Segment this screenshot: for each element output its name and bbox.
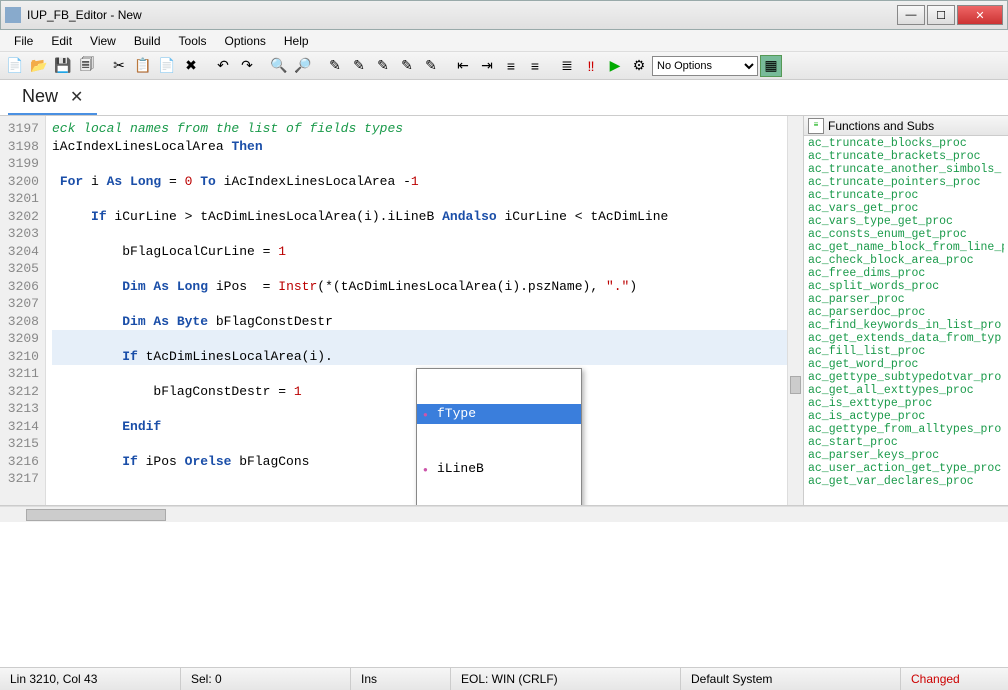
last-toolbar-icon[interactable]: ▦: [760, 55, 782, 77]
function-item[interactable]: ac_parserdoc_proc: [808, 306, 1004, 319]
statusbar: Lin 3210, Col 43 Sel: 0 Ins EOL: WIN (CR…: [0, 668, 1008, 690]
function-item[interactable]: ac_truncate_brackets_proc: [808, 150, 1004, 163]
tool-icon-1[interactable]: ✎: [324, 55, 346, 77]
menu-help[interactable]: Help: [276, 32, 317, 50]
paste-icon[interactable]: 📄: [156, 55, 178, 77]
horizontal-scrollbar[interactable]: [0, 506, 1008, 522]
function-item[interactable]: ac_check_block_area_proc: [808, 254, 1004, 267]
function-item[interactable]: ac_is_actype_proc: [808, 410, 1004, 423]
function-item[interactable]: ac_truncate_another_simbols_: [808, 163, 1004, 176]
window-title: IUP_FB_Editor - New: [27, 8, 897, 22]
new-file-icon[interactable]: 📄: [4, 55, 26, 77]
function-item[interactable]: ac_find_keywords_in_list_pro: [808, 319, 1004, 332]
function-item[interactable]: ac_parser_keys_proc: [808, 449, 1004, 462]
status-selection: Sel: 0: [180, 668, 350, 690]
main-area: 3197319831993200320132023203320432053206…: [0, 116, 1008, 506]
format-icon-2[interactable]: ≡: [524, 55, 546, 77]
function-item[interactable]: ac_get_name_block_from_line_p: [808, 241, 1004, 254]
status-mode: Ins: [350, 668, 450, 690]
function-item[interactable]: ac_consts_enum_get_proc: [808, 228, 1004, 241]
maximize-button[interactable]: ☐: [927, 5, 955, 25]
function-item[interactable]: ac_truncate_blocks_proc: [808, 137, 1004, 150]
function-item[interactable]: ac_is_exttype_proc: [808, 397, 1004, 410]
menu-view[interactable]: View: [82, 32, 124, 50]
tab-label: New: [22, 86, 58, 107]
error-icon[interactable]: ‼: [580, 55, 602, 77]
tool-icon-2[interactable]: ✎: [348, 55, 370, 77]
tab-new[interactable]: New ✕: [8, 80, 97, 115]
function-item[interactable]: ac_get_word_proc: [808, 358, 1004, 371]
minimize-button[interactable]: —: [897, 5, 925, 25]
menu-options[interactable]: Options: [217, 32, 274, 50]
open-file-icon[interactable]: 📂: [28, 55, 50, 77]
autocomplete-item[interactable]: iLineB: [417, 459, 581, 479]
status-changed: Changed: [900, 668, 970, 690]
menubar: File Edit View Build Tools Options Help: [0, 30, 1008, 52]
function-item[interactable]: ac_get_var_declares_proc: [808, 475, 1004, 488]
function-item[interactable]: ac_parser_proc: [808, 293, 1004, 306]
menu-edit[interactable]: Edit: [43, 32, 80, 50]
menu-tools[interactable]: Tools: [171, 32, 215, 50]
autocomplete-popup: fType iLineB iLineBFW iLineE pszName psz…: [416, 368, 582, 505]
indent-left-icon[interactable]: ⇤: [452, 55, 474, 77]
vertical-scrollbar[interactable]: [787, 116, 803, 505]
app-icon: [5, 7, 21, 23]
tool-icon-4[interactable]: ✎: [396, 55, 418, 77]
function-item[interactable]: ac_split_words_proc: [808, 280, 1004, 293]
copy-icon[interactable]: 📋: [132, 55, 154, 77]
line-gutter: 3197319831993200320132023203320432053206…: [0, 116, 46, 505]
function-item[interactable]: ac_gettype_subtypedotvar_pro: [808, 371, 1004, 384]
list-icon[interactable]: ≣: [556, 55, 578, 77]
format-icon-1[interactable]: ≡: [500, 55, 522, 77]
function-item[interactable]: ac_truncate_proc: [808, 189, 1004, 202]
find-icon[interactable]: 🔍: [268, 55, 290, 77]
save-all-icon[interactable]: 🗐: [76, 55, 98, 77]
save-icon[interactable]: 💾: [52, 55, 74, 77]
toolbar: 📄 📂 💾 🗐 ✂ 📋 📄 ✖ ↶ ↷ 🔍 🔎 ✎ ✎ ✎ ✎ ✎ ⇤ ⇥ ≡ …: [0, 52, 1008, 80]
function-item[interactable]: ac_vars_type_get_proc: [808, 215, 1004, 228]
status-charset: Default System: [680, 668, 900, 690]
function-item[interactable]: ac_user_action_get_type_proc: [808, 462, 1004, 475]
run-icon[interactable]: ▶: [604, 55, 626, 77]
side-panel-header: ≡ Functions and Subs: [804, 116, 1008, 136]
function-item[interactable]: ac_fill_list_proc: [808, 345, 1004, 358]
tab-close-icon[interactable]: ✕: [70, 87, 83, 107]
functions-icon: ≡: [808, 118, 824, 134]
find-next-icon[interactable]: 🔎: [292, 55, 314, 77]
functions-list[interactable]: ac_truncate_blocks_procac_truncate_brack…: [804, 136, 1008, 505]
cut-icon[interactable]: ✂: [108, 55, 130, 77]
indent-right-icon[interactable]: ⇥: [476, 55, 498, 77]
status-position: Lin 3210, Col 43: [0, 668, 180, 690]
function-item[interactable]: ac_free_dims_proc: [808, 267, 1004, 280]
delete-icon[interactable]: ✖: [180, 55, 202, 77]
function-item[interactable]: ac_get_extends_data_from_typ: [808, 332, 1004, 345]
editor: 3197319831993200320132023203320432053206…: [0, 116, 804, 505]
titlebar: IUP_FB_Editor - New — ☐ ✕: [0, 0, 1008, 30]
function-item[interactable]: ac_gettype_from_alltypes_pro: [808, 423, 1004, 436]
tool-icon-5[interactable]: ✎: [420, 55, 442, 77]
output-panel: [0, 522, 1008, 668]
side-panel: ≡ Functions and Subs ac_truncate_blocks_…: [804, 116, 1008, 505]
close-button[interactable]: ✕: [957, 5, 1003, 25]
build-icon[interactable]: ⚙: [628, 55, 650, 77]
function-item[interactable]: ac_vars_get_proc: [808, 202, 1004, 215]
autocomplete-item[interactable]: fType: [417, 404, 581, 424]
function-item[interactable]: ac_get_all_exttypes_proc: [808, 384, 1004, 397]
build-options-select[interactable]: No Options: [652, 56, 758, 76]
code-area[interactable]: eck local names from the list of fields …: [46, 116, 803, 505]
menu-build[interactable]: Build: [126, 32, 169, 50]
menu-file[interactable]: File: [6, 32, 41, 50]
side-panel-title: Functions and Subs: [828, 119, 934, 133]
tab-row: New ✕: [0, 80, 1008, 116]
tool-icon-3[interactable]: ✎: [372, 55, 394, 77]
status-eol: EOL: WIN (CRLF): [450, 668, 680, 690]
redo-icon[interactable]: ↷: [236, 55, 258, 77]
undo-icon[interactable]: ↶: [212, 55, 234, 77]
function-item[interactable]: ac_truncate_pointers_proc: [808, 176, 1004, 189]
window-controls: — ☐ ✕: [897, 5, 1003, 25]
function-item[interactable]: ac_start_proc: [808, 436, 1004, 449]
